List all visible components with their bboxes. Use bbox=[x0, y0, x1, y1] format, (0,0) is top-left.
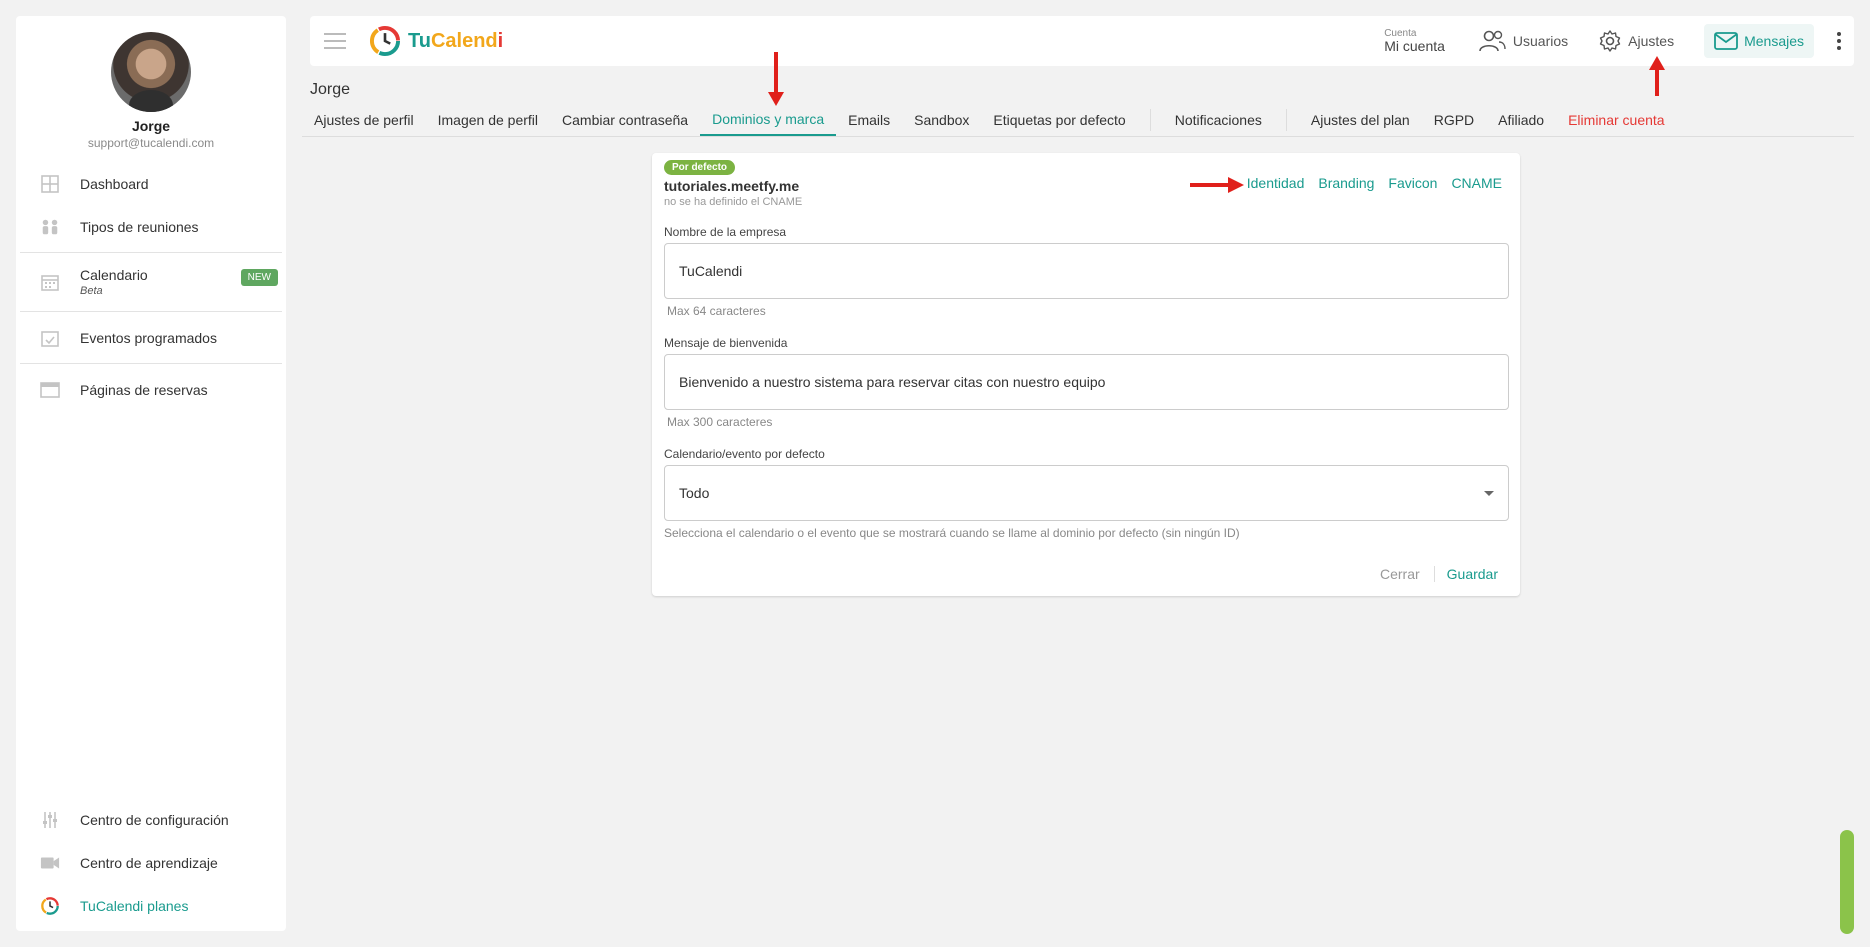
sidebar-item-label: Centro de aprendizaje bbox=[80, 854, 218, 871]
tucalendi-logo-icon bbox=[40, 896, 60, 916]
sidebar: Jorge support@tucalendi.com Dashboard Ti… bbox=[16, 16, 286, 931]
sidebar-item-booking-pages[interactable]: Páginas de reservas bbox=[16, 368, 286, 411]
users-button[interactable]: Usuarios bbox=[1477, 30, 1568, 52]
profile-name: Jorge bbox=[131, 118, 171, 134]
calendar-icon bbox=[40, 272, 60, 292]
hamburger-menu-icon[interactable] bbox=[324, 33, 346, 49]
cname-link[interactable]: CNAME bbox=[1451, 175, 1502, 191]
dashboard-icon bbox=[40, 174, 60, 194]
tab-sandbox[interactable]: Sandbox bbox=[902, 104, 981, 136]
annotation-arrow-down-icon bbox=[768, 52, 784, 106]
side-widget-tab[interactable] bbox=[1840, 830, 1854, 934]
people-icon bbox=[40, 217, 60, 237]
settings-label: Ajustes bbox=[1628, 33, 1675, 49]
tab-notifications[interactable]: Notificaciones bbox=[1163, 104, 1274, 136]
company-name-hint: Max 64 caracteres bbox=[667, 304, 766, 318]
identity-link[interactable]: Identidad bbox=[1247, 175, 1305, 191]
page-title: Jorge bbox=[310, 81, 351, 98]
chevron-down-icon bbox=[1484, 491, 1494, 496]
divider bbox=[1285, 109, 1287, 131]
sidebar-item-learning-center[interactable]: Centro de aprendizaje bbox=[16, 841, 286, 884]
beta-label: Beta bbox=[80, 285, 103, 297]
tab-delete-account[interactable]: Eliminar cuenta bbox=[1556, 104, 1677, 136]
tab-gdpr[interactable]: RGPD bbox=[1422, 104, 1486, 136]
sidebar-item-label: Calendario bbox=[80, 267, 148, 283]
default-calendar-value: Todo bbox=[679, 485, 710, 501]
divider bbox=[20, 363, 282, 364]
messages-label: Mensajes bbox=[1744, 33, 1804, 49]
save-button[interactable]: Guardar bbox=[1435, 566, 1498, 582]
sidebar-item-label: Páginas de reservas bbox=[80, 381, 208, 398]
domain-branding-card: Por defecto tutoriales.meetfy.me no se h… bbox=[652, 153, 1520, 596]
logo-text-i: i bbox=[497, 29, 504, 52]
sidebar-item-config-center[interactable]: Centro de configuración bbox=[16, 798, 286, 841]
sidebar-item-label: Dashboard bbox=[80, 175, 149, 192]
welcome-message-input[interactable]: Bienvenido a nuestro sistema para reserv… bbox=[664, 354, 1509, 410]
video-camera-icon bbox=[40, 853, 60, 873]
more-options-icon[interactable] bbox=[1824, 32, 1854, 50]
tab-emails[interactable]: Emails bbox=[836, 104, 902, 136]
sidebar-item-label: Centro de configuración bbox=[80, 811, 229, 828]
calendar-check-icon bbox=[40, 328, 60, 348]
browser-window-icon bbox=[40, 380, 60, 400]
sidebar-item-calendar[interactable]: Calendario Beta NEW bbox=[16, 257, 286, 307]
sidebar-item-label: Tipos de reuniones bbox=[80, 218, 199, 235]
card-links: Identidad Branding Favicon CNAME bbox=[1247, 175, 1502, 191]
sidebar-item-plans[interactable]: TuCalendi planes bbox=[16, 884, 286, 927]
tab-affiliate[interactable]: Afiliado bbox=[1486, 104, 1556, 136]
profile-email: support@tucalendi.com bbox=[87, 136, 215, 150]
profile-section: Jorge support@tucalendi.com bbox=[16, 16, 286, 150]
tab-plan-settings[interactable]: Ajustes del plan bbox=[1299, 104, 1422, 136]
default-badge: Por defecto bbox=[664, 160, 736, 175]
tab-default-tags[interactable]: Etiquetas por defecto bbox=[981, 104, 1137, 136]
avatar[interactable] bbox=[111, 32, 191, 112]
sidebar-item-label: Eventos programados bbox=[80, 329, 217, 346]
default-calendar-label: Calendario/evento por defecto bbox=[664, 447, 825, 461]
tab-profile-image[interactable]: Imagen de perfil bbox=[426, 104, 550, 136]
users-icon bbox=[1479, 30, 1506, 52]
welcome-message-label: Mensaje de bienvenida bbox=[664, 336, 788, 350]
divider bbox=[20, 252, 282, 253]
divider bbox=[1149, 109, 1151, 131]
sidebar-item-label: TuCalendi planes bbox=[80, 897, 189, 914]
top-bar: Tu Calend i Cuenta Mi cuenta Usuarios Ajus… bbox=[310, 16, 1854, 66]
logo-text-calend: Calend bbox=[430, 29, 498, 52]
envelope-icon bbox=[1714, 32, 1738, 50]
default-calendar-hint: Selecciona el calendario o el evento que… bbox=[664, 526, 1240, 540]
tucalendi-logo-icon bbox=[369, 25, 401, 57]
settings-tabs: Ajustes de perfil Imagen de perfil Cambi… bbox=[302, 104, 1854, 137]
gear-icon bbox=[1599, 30, 1621, 52]
tab-change-password[interactable]: Cambiar contraseña bbox=[550, 104, 700, 136]
account-menu[interactable]: Cuenta Mi cuenta bbox=[1384, 28, 1445, 54]
welcome-message-hint: Max 300 caracteres bbox=[667, 415, 773, 429]
annotation-arrow-right-icon bbox=[1190, 177, 1244, 193]
sidebar-item-dashboard[interactable]: Dashboard bbox=[16, 162, 286, 205]
cname-note: no se ha definido el CNAME bbox=[664, 196, 803, 208]
divider bbox=[20, 311, 282, 312]
tab-profile-settings[interactable]: Ajustes de perfil bbox=[302, 104, 426, 136]
tab-domains-branding[interactable]: Dominios y marca bbox=[700, 104, 837, 136]
users-label: Usuarios bbox=[1512, 33, 1569, 49]
annotation-arrow-up-icon bbox=[1649, 56, 1665, 96]
sidebar-item-meeting-types[interactable]: Tipos de reuniones bbox=[16, 205, 286, 248]
logo-text-tu: Tu bbox=[408, 29, 431, 52]
new-badge: NEW bbox=[240, 269, 278, 286]
account-value: Mi cuenta bbox=[1384, 38, 1445, 54]
settings-button[interactable]: Ajustes bbox=[1598, 29, 1674, 53]
close-button[interactable]: Cerrar bbox=[1366, 566, 1435, 582]
favicon-link[interactable]: Favicon bbox=[1388, 175, 1437, 191]
sliders-icon bbox=[40, 810, 60, 830]
company-name-label: Nombre de la empresa bbox=[664, 225, 787, 239]
domain-name: tutoriales.meetfy.me bbox=[664, 178, 800, 194]
branding-link[interactable]: Branding bbox=[1318, 175, 1374, 191]
messages-button[interactable]: Mensajes bbox=[1704, 24, 1814, 58]
sidebar-item-scheduled-events[interactable]: Eventos programados bbox=[16, 316, 286, 359]
company-name-input[interactable]: TuCalendi bbox=[664, 243, 1509, 299]
default-calendar-select[interactable]: Todo bbox=[664, 465, 1509, 521]
app-logo[interactable]: Tu Calend i bbox=[368, 24, 503, 58]
